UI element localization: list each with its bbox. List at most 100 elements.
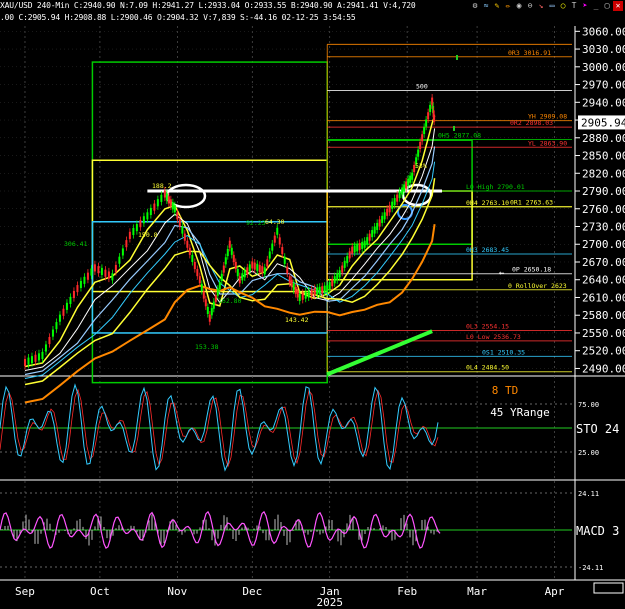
price-candle	[208, 314, 211, 322]
price-candle	[62, 308, 65, 316]
price-candle	[104, 269, 107, 277]
price-candle	[333, 276, 336, 284]
x-tick-label: Feb	[397, 585, 417, 598]
price-candle	[236, 269, 239, 277]
price-candle	[204, 299, 207, 307]
price-candle	[338, 270, 341, 278]
price-candle	[403, 184, 406, 192]
y-tick-label: 2730.00	[582, 221, 625, 234]
price-candle	[296, 290, 299, 298]
level-box	[326, 190, 473, 281]
price-candle	[165, 193, 168, 201]
price-candle	[83, 276, 86, 284]
price-candle	[216, 288, 219, 296]
price-candle	[178, 219, 181, 227]
level-label: 0R3 3016.91	[508, 49, 551, 57]
y-tick-label: 2820.00	[582, 167, 625, 180]
price-candle	[132, 227, 135, 236]
price-candle	[356, 244, 359, 252]
stochastic-label: STO 24	[576, 422, 619, 436]
price-candle	[198, 276, 201, 284]
level-label: 0L3 2554.15	[466, 323, 509, 331]
price-annotation: 162.80	[218, 297, 242, 305]
price-candle	[51, 329, 54, 337]
price-candle	[23, 358, 26, 367]
y-tick-label: 2640.00	[582, 274, 625, 287]
price-candle	[186, 240, 189, 248]
price-candle	[294, 286, 297, 294]
price-candle	[368, 233, 371, 241]
price-candle	[391, 201, 394, 209]
scroll-buttons[interactable]	[593, 582, 624, 594]
price-candle	[271, 243, 274, 251]
y-tick-label: 2850.00	[582, 150, 625, 163]
price-candle	[93, 264, 96, 272]
price-candle	[316, 287, 319, 295]
price-candle	[307, 290, 310, 298]
price-candle	[218, 282, 221, 290]
price-candle	[220, 273, 223, 281]
chart-canvas[interactable]: Sep Oct Nov Dec Jan Feb Mar Apr20253060.003030.…	[0, 0, 625, 609]
level-label: 0H5 2877.08	[438, 132, 481, 140]
price-candle	[111, 273, 114, 281]
price-candle	[288, 276, 291, 284]
price-candle	[263, 267, 266, 275]
y-tick-label: 2550.00	[582, 327, 625, 340]
price-candle	[433, 114, 436, 122]
x-tick-label: Apr	[545, 585, 565, 598]
price-candle	[191, 254, 194, 262]
y-tick-label: 2580.00	[582, 309, 625, 322]
price-candle	[409, 175, 412, 183]
price-candle	[301, 292, 304, 300]
price-candle	[417, 149, 420, 157]
price-candle	[128, 231, 131, 239]
price-candle	[30, 356, 33, 364]
price-candle	[167, 196, 170, 204]
price-candle	[97, 266, 100, 274]
price-candle	[139, 220, 142, 228]
price-candle	[323, 285, 326, 293]
price-annotation: 92.23	[246, 219, 266, 227]
price-candle	[383, 212, 386, 220]
level-label: 0H4 2763.10	[466, 199, 509, 207]
price-candle	[346, 256, 349, 264]
price-candle	[226, 248, 229, 257]
price-candle	[421, 134, 424, 142]
stochastic-tick-label: 75.00	[578, 401, 599, 409]
price-candle	[188, 247, 191, 255]
price-candle	[100, 267, 103, 276]
price-candle	[183, 233, 186, 241]
price-annotation: 53%	[415, 162, 427, 170]
price-candle	[253, 262, 256, 270]
price-candle	[396, 194, 399, 202]
price-candle	[304, 291, 307, 299]
level-label: 0L4 2484.50	[466, 364, 509, 372]
price-candle	[142, 216, 145, 224]
price-candle	[149, 207, 152, 216]
price-candle	[336, 273, 339, 281]
price-candle	[234, 261, 237, 270]
y-tick-label: 2880.00	[582, 132, 625, 145]
price-candle	[121, 248, 124, 256]
x-tick-label: Oct	[90, 585, 110, 598]
y-tick-label: 2760.00	[582, 203, 625, 216]
price-candle	[405, 181, 408, 189]
price-candle	[366, 237, 369, 245]
level-label: 0P 2650.18	[512, 266, 551, 274]
price-candle	[353, 245, 356, 253]
x-tick-label: Dec	[242, 585, 262, 598]
price-annotation: 306.41	[64, 240, 88, 248]
level-label: 0 RollOver 2623	[508, 282, 567, 290]
y-tick-label: 2520.00	[582, 345, 625, 358]
price-candle	[351, 246, 354, 254]
level-label: 0R2 2898.03	[510, 119, 553, 127]
price-candle	[388, 205, 391, 213]
y-tick-label: 2610.00	[582, 291, 625, 304]
price-candle	[310, 289, 313, 297]
level-label: 0S1 2510.35	[482, 348, 525, 356]
pivot-arrow-icon: ←	[499, 269, 505, 279]
x-tick-label: Nov	[167, 585, 187, 598]
price-candle	[72, 290, 75, 299]
price-candle	[386, 208, 389, 216]
y-tick-label: 3060.00	[582, 25, 625, 38]
